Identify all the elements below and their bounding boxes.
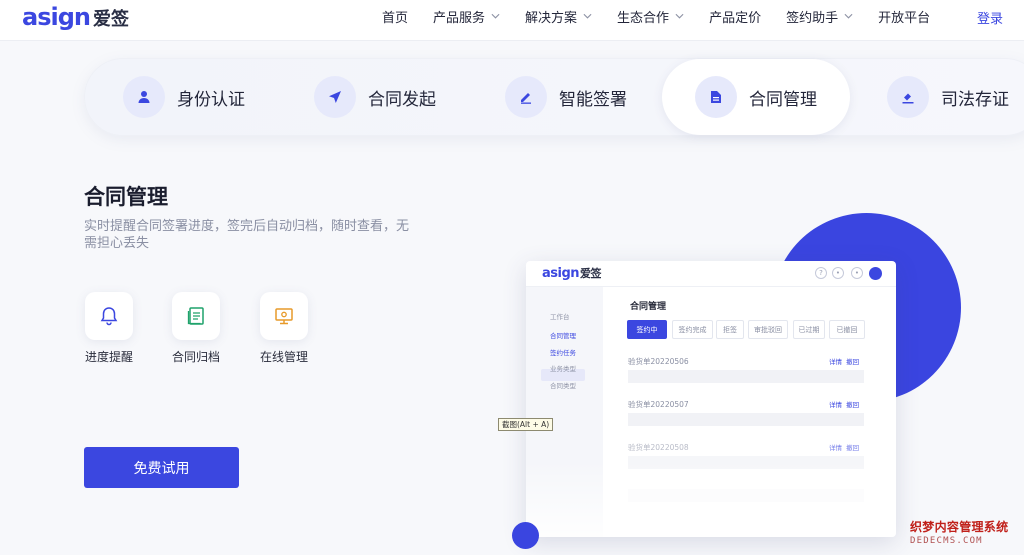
mockup-row-name: 验货单20220507 <box>628 400 689 409</box>
chevron-down-icon <box>583 13 592 19</box>
page-description: 实时提醒合同签署进度，签完后自动归档，随时查看，无需担心丢失 <box>84 219 410 251</box>
gavel-icon <box>887 76 929 118</box>
contract-app-mockup: asign爱签 ? • • 工作台 合同管理 签约任务 业务类型 合同类型 合同… <box>526 261 896 537</box>
nav-item-label: 产品服务 <box>433 10 486 26</box>
nav-item-open-platform[interactable]: 开放平台 <box>878 7 930 26</box>
mockup-tab-withdrawn: 已撤回 <box>829 320 865 339</box>
mockup-detail-link: 详情 <box>829 444 842 452</box>
help-icon: ? <box>815 267 827 279</box>
logo-cn-text: 爱签 <box>92 9 129 30</box>
notification-icon: • <box>851 267 863 279</box>
free-trial-button[interactable]: 免费试用 <box>84 447 239 488</box>
tab-smart-sign[interactable]: 智能签署 <box>505 59 627 135</box>
mockup-revoke-link: 撤回 <box>846 401 860 409</box>
mockup-row-bar <box>628 413 864 426</box>
mockup-row-name: 验货单20220508 <box>628 443 689 452</box>
feature-label: 进度提醒 <box>84 350 133 364</box>
brand-logo[interactable]: asign 爱签 <box>22 3 129 31</box>
bell-icon <box>85 292 133 340</box>
nav-item-home[interactable]: 首页 <box>382 7 408 26</box>
watermark-line-1: 织梦内容管理系统 <box>910 520 1009 534</box>
decorative-circle-small <box>512 522 539 549</box>
nav-menu: 首页 产品服务 解决方案 生态合作 产品定价 签约助手 开放平台 <box>382 0 955 32</box>
screenshot-tooltip: 截图(Alt + A) <box>498 418 554 431</box>
nav-item-label: 产品定价 <box>709 10 762 26</box>
feature-label: 在线管理 <box>259 350 308 364</box>
mockup-detail-link: 详情 <box>829 358 842 366</box>
sidebar-item-workbench: 工作台 <box>550 313 570 321</box>
chevron-down-icon <box>491 13 500 19</box>
mockup-tab-approval-rejected: 审批驳回 <box>748 320 788 339</box>
pen-icon <box>505 76 547 118</box>
tab-label: 智能签署 <box>559 89 627 110</box>
mockup-revoke-link: 撤回 <box>846 358 860 366</box>
send-icon <box>314 76 356 118</box>
chevron-down-icon <box>675 13 684 19</box>
tab-initiate[interactable]: 合同发起 <box>314 59 436 135</box>
mockup-revoke-link: 撤回 <box>846 444 860 452</box>
document-icon <box>695 76 737 118</box>
feature-progress-reminder: 进度提醒 <box>84 292 134 365</box>
logo-wordmark: asign <box>22 3 91 31</box>
sidebar-item-business-type: 业务类型 <box>550 365 576 373</box>
mockup-logo-cn: 爱签 <box>580 267 602 280</box>
nav-item-pricing[interactable]: 产品定价 <box>709 7 761 26</box>
page-title: 合同管理 <box>84 185 168 209</box>
mockup-title: 合同管理 <box>630 302 667 312</box>
tab-label: 身份认证 <box>177 89 245 110</box>
mockup-tab-completed: 签约完成 <box>672 320 713 339</box>
mockup-header: asign爱签 ? • • <box>526 261 896 287</box>
tab-identity[interactable]: 身份认证 <box>123 59 245 135</box>
feature-online-management: 在线管理 <box>259 292 309 365</box>
login-link[interactable]: 登录 <box>977 8 1003 27</box>
feature-tabs: 身份认证 合同发起 智能签署 合同管理 司法存证 <box>84 58 1024 136</box>
sidebar-item-signing-tasks: 签约任务 <box>550 349 576 357</box>
nav-item-label: 生态合作 <box>617 10 670 26</box>
mockup-logo: asign爱签 <box>542 265 602 281</box>
nav-item-label: 开放平台 <box>878 10 931 26</box>
user-icon <box>123 76 165 118</box>
nav-item-assistant[interactable]: 签约助手 <box>786 7 853 26</box>
tab-judicial-evidence[interactable]: 司法存证 <box>887 59 1009 135</box>
mockup-logo-wordmark: asign <box>542 266 580 281</box>
chevron-down-icon <box>844 13 853 19</box>
watermark: 织梦内容管理系统 DEDECMS.COM <box>910 518 1008 546</box>
tab-contract-management[interactable]: 合同管理 <box>662 59 850 135</box>
top-nav: asign 爱签 首页 产品服务 解决方案 生态合作 产品定价 签约助手 开放平… <box>0 0 1024 41</box>
watermark-line-2: DEDECMS.COM <box>910 536 983 546</box>
nav-item-solutions[interactable]: 解决方案 <box>525 7 592 26</box>
mockup-row-actions: 详情 撤回 <box>829 399 859 409</box>
tab-label: 司法存证 <box>941 89 1009 110</box>
mockup-row-bar <box>628 370 864 383</box>
archive-book-icon <box>172 292 220 340</box>
monitor-icon <box>260 292 308 340</box>
mockup-row-actions: 详情 撤回 <box>829 356 859 366</box>
mockup-detail-link: 详情 <box>829 401 842 409</box>
mockup-tab-signing: 签约中 <box>627 320 667 339</box>
mockup-row-actions: 详情 撤回 <box>829 442 859 452</box>
settings-icon: • <box>832 267 844 279</box>
nav-item-ecosystem[interactable]: 生态合作 <box>617 7 684 26</box>
mockup-tab-rejected: 拒签 <box>716 320 744 339</box>
mockup-tab-expired: 已过期 <box>793 320 825 339</box>
tab-label: 合同发起 <box>368 89 436 110</box>
mockup-row-name: 验货单20220506 <box>628 357 689 366</box>
avatar <box>869 267 882 280</box>
nav-item-products[interactable]: 产品服务 <box>433 7 500 26</box>
nav-item-label: 解决方案 <box>525 10 578 26</box>
nav-item-label: 首页 <box>382 10 409 26</box>
sidebar-item-contract-type: 合同类型 <box>550 382 576 390</box>
feature-contract-archive: 合同归档 <box>171 292 221 365</box>
tab-label: 合同管理 <box>749 89 817 110</box>
sidebar-item-contract-management: 合同管理 <box>550 332 576 340</box>
nav-item-label: 签约助手 <box>786 10 839 26</box>
feature-label: 合同归档 <box>171 350 220 364</box>
mockup-fade-overlay <box>526 461 896 537</box>
